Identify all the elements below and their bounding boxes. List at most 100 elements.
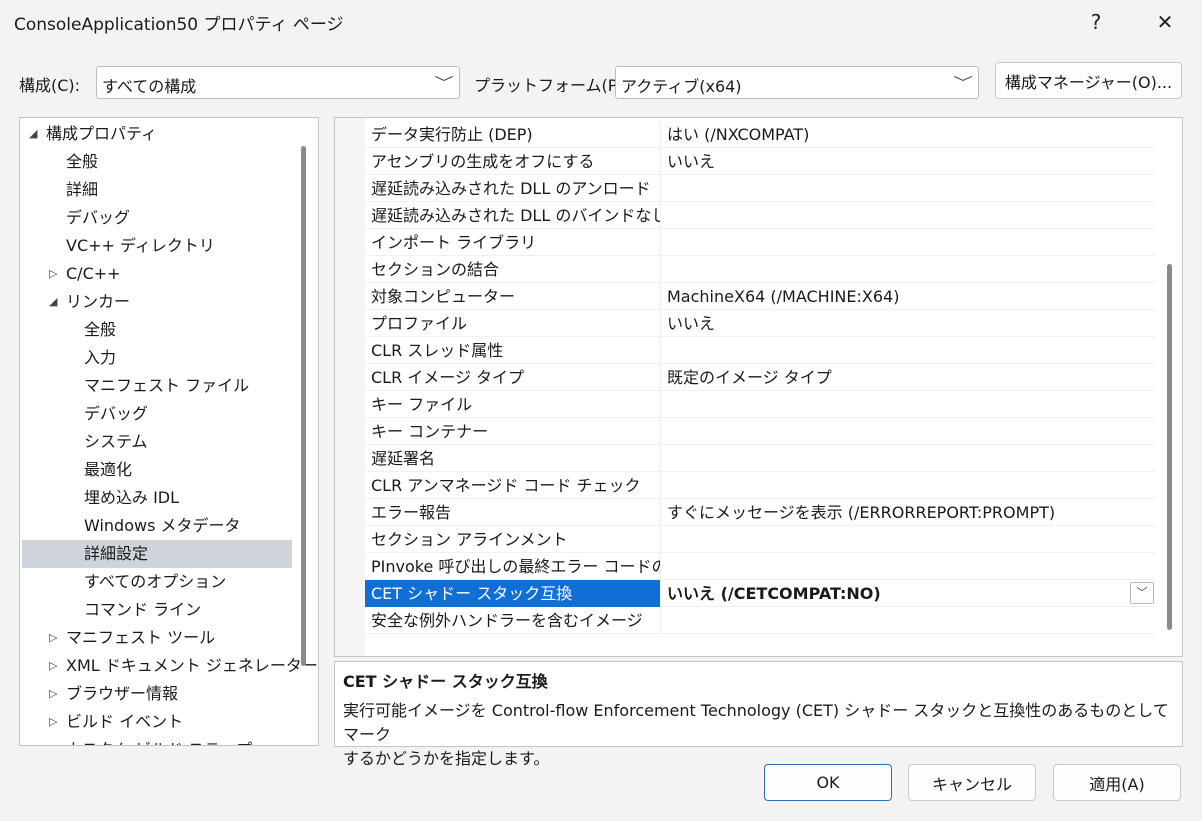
property-name: プロファイル — [365, 310, 661, 337]
property-row[interactable]: 遅延読み込みされた DLL のアンロード — [365, 175, 1156, 202]
tree-item-label: C/C++ — [66, 264, 121, 283]
help-button[interactable]: ? — [1076, 4, 1116, 40]
property-value: すぐにメッセージを表示 (/ERRORREPORT:PROMPT) — [667, 503, 1056, 522]
configuration-manager-button[interactable]: 構成マネージャー(O)... — [995, 62, 1182, 99]
property-row[interactable]: CLR イメージ タイプ 既定のイメージ タイプ — [365, 364, 1156, 391]
tree-item[interactable]: システム — [22, 428, 292, 456]
value-dropdown-button[interactable]: ﹀ — [1130, 582, 1154, 604]
tree-item[interactable]: 詳細 — [22, 176, 292, 204]
tree-item[interactable]: 全般 — [22, 316, 292, 344]
property-name: 遅延読み込みされた DLL のアンロード — [365, 175, 661, 202]
tree-item[interactable]: VC++ ディレクトリ — [22, 232, 292, 260]
property-row[interactable]: PInvoke 呼び出しの最終エラー コードの保 — [365, 553, 1156, 580]
chevron-down-icon: ﹀ — [434, 76, 454, 92]
tree-item-label: マニフェスト ツール — [66, 628, 216, 647]
tree-item[interactable]: 埋め込み IDL — [22, 484, 292, 512]
grid-scrollbar[interactable] — [1167, 264, 1172, 630]
window-title: ConsoleApplication50 プロパティ ページ — [14, 15, 344, 35]
tree-item-label: すべてのオプション — [84, 572, 227, 591]
property-row[interactable]: データ実行防止 (DEP) はい (/NXCOMPAT) — [365, 121, 1156, 148]
tree-item[interactable]: 入力 — [22, 344, 292, 372]
description-panel: CET シャドー スタック互換 実行可能イメージを Control-flow E… — [334, 661, 1183, 768]
property-row[interactable]: キー コンテナー — [365, 418, 1156, 445]
ok-button[interactable]: OK — [764, 764, 892, 801]
tree-item[interactable]: 全般 — [22, 148, 292, 176]
tree-scrollbar[interactable] — [301, 146, 306, 666]
property-row[interactable]: インポート ライブラリ — [365, 229, 1156, 256]
tree-item[interactable]: ◢ リンカー — [22, 288, 292, 316]
tree-item-label: 入力 — [84, 348, 117, 367]
property-tree: ◢ 構成プロパティ 全般 詳細 デバッグ VC++ ディレクトリ ▷ C/C++ ◢ リンカー 全般… — [19, 117, 319, 746]
property-row[interactable]: CET シャドー スタック互換 いいえ (/CETCOMPAT:NO) ﹀ — [365, 580, 1156, 607]
grid-gutter — [335, 118, 365, 656]
property-row[interactable]: プロファイル いいえ — [365, 310, 1156, 337]
property-name: セクションの結合 — [365, 256, 661, 283]
property-row[interactable]: アセンブリの生成をオフにする いいえ — [365, 148, 1156, 175]
close-button[interactable]: ✕ — [1145, 4, 1185, 40]
tree-item-label: コマンド ライン — [84, 600, 202, 619]
tree-item[interactable]: 最適化 — [22, 456, 292, 484]
collapse-arrow-icon[interactable]: ▷ — [49, 680, 57, 708]
property-row[interactable]: セクション アラインメント — [365, 526, 1156, 553]
tree-item[interactable]: ▷ C/C++ — [22, 260, 292, 288]
collapse-arrow-icon[interactable]: ▷ — [49, 624, 57, 652]
tree-item[interactable]: 詳細設定 — [22, 540, 292, 568]
tree-item[interactable]: ▷ マニフェスト ツール — [22, 624, 292, 652]
property-row[interactable]: エラー報告 すぐにメッセージを表示 (/ERRORREPORT:PROMPT) — [365, 499, 1156, 526]
tree-item-label: マニフェスト ファイル — [84, 376, 250, 395]
property-row[interactable]: 遅延読み込みされた DLL のバインドなし — [365, 202, 1156, 229]
expand-arrow-icon[interactable]: ◢ — [49, 288, 57, 316]
property-value — [662, 445, 1156, 472]
tree-item-label: デバッグ — [84, 404, 149, 423]
tree-item-label: VC++ ディレクトリ — [66, 236, 215, 255]
collapse-arrow-icon[interactable]: ▷ — [49, 260, 57, 288]
tree-item[interactable]: ▷ ブラウザー情報 — [22, 680, 292, 708]
cancel-button[interactable]: キャンセル — [908, 764, 1036, 801]
configuration-value: すべての構成 — [102, 77, 197, 96]
property-row[interactable]: キー ファイル — [365, 391, 1156, 418]
platform-combo[interactable]: アクティブ(x64) ﹀ — [615, 66, 979, 99]
property-value: MachineX64 (/MACHINE:X64) — [667, 287, 900, 306]
tree-item[interactable]: デバッグ — [22, 400, 292, 428]
configuration-combo[interactable]: すべての構成 ﹀ — [96, 66, 460, 99]
tree-item[interactable]: マニフェスト ファイル — [22, 372, 292, 400]
property-value — [662, 526, 1156, 553]
property-row[interactable]: セクションの結合 — [365, 256, 1156, 283]
tree-item-label: カスタム ビルド ステップ — [66, 736, 252, 745]
description-title: CET シャドー スタック互換 — [343, 672, 548, 691]
property-name: 遅延読み込みされた DLL のバインドなし — [365, 202, 661, 229]
property-name: データ実行防止 (DEP) — [365, 121, 661, 148]
collapse-arrow-icon[interactable]: ▷ — [49, 708, 57, 736]
tree-item[interactable]: ▷ カスタム ビルド ステップ — [22, 736, 292, 745]
property-name: エラー報告 — [365, 499, 661, 526]
description-line: 実行可能イメージを Control-flow Enforcement Techn… — [343, 701, 1169, 744]
property-name: アセンブリの生成をオフにする — [365, 148, 661, 175]
property-value — [662, 337, 1156, 364]
tree-item-label: ブラウザー情報 — [66, 684, 179, 703]
tree-item[interactable]: ▷ XML ドキュメント ジェネレーター — [22, 652, 318, 680]
tree-item[interactable]: すべてのオプション — [22, 568, 292, 596]
expand-arrow-icon[interactable]: ◢ — [29, 120, 37, 148]
property-row[interactable]: CLR スレッド属性 — [365, 337, 1156, 364]
tree-item[interactable]: デバッグ — [22, 204, 292, 232]
property-name: 対象コンピューター — [365, 283, 661, 310]
property-name: キー ファイル — [365, 391, 661, 418]
property-row[interactable]: CLR アンマネージド コード チェック — [365, 472, 1156, 499]
property-name: 安全な例外ハンドラーを含むイメージ — [365, 607, 661, 634]
tree-item[interactable]: コマンド ライン — [22, 596, 292, 624]
property-grid: データ実行防止 (DEP) はい (/NXCOMPAT) アセンブリの生成をオフにす… — [334, 117, 1183, 657]
tree-item-label: システム — [84, 432, 148, 451]
tree-item[interactable]: Windows メタデータ — [22, 512, 292, 540]
tree-item[interactable]: ▷ ビルド イベント — [22, 708, 292, 736]
property-name: CET シャドー スタック互換 — [365, 580, 661, 607]
tree-item-label: 詳細設定 — [84, 544, 149, 563]
property-row[interactable]: 遅延署名 — [365, 445, 1156, 472]
property-row[interactable]: 安全な例外ハンドラーを含むイメージ — [365, 607, 1156, 634]
property-name: キー コンテナー — [365, 418, 661, 445]
property-name: CLR アンマネージド コード チェック — [365, 472, 661, 499]
tree-item[interactable]: ◢ 構成プロパティ — [22, 120, 292, 148]
property-row[interactable]: 対象コンピューター MachineX64 (/MACHINE:X64) — [365, 283, 1156, 310]
collapse-arrow-icon[interactable]: ▷ — [49, 736, 57, 745]
apply-button[interactable]: 適用(A) — [1053, 764, 1181, 801]
collapse-arrow-icon[interactable]: ▷ — [49, 652, 57, 680]
